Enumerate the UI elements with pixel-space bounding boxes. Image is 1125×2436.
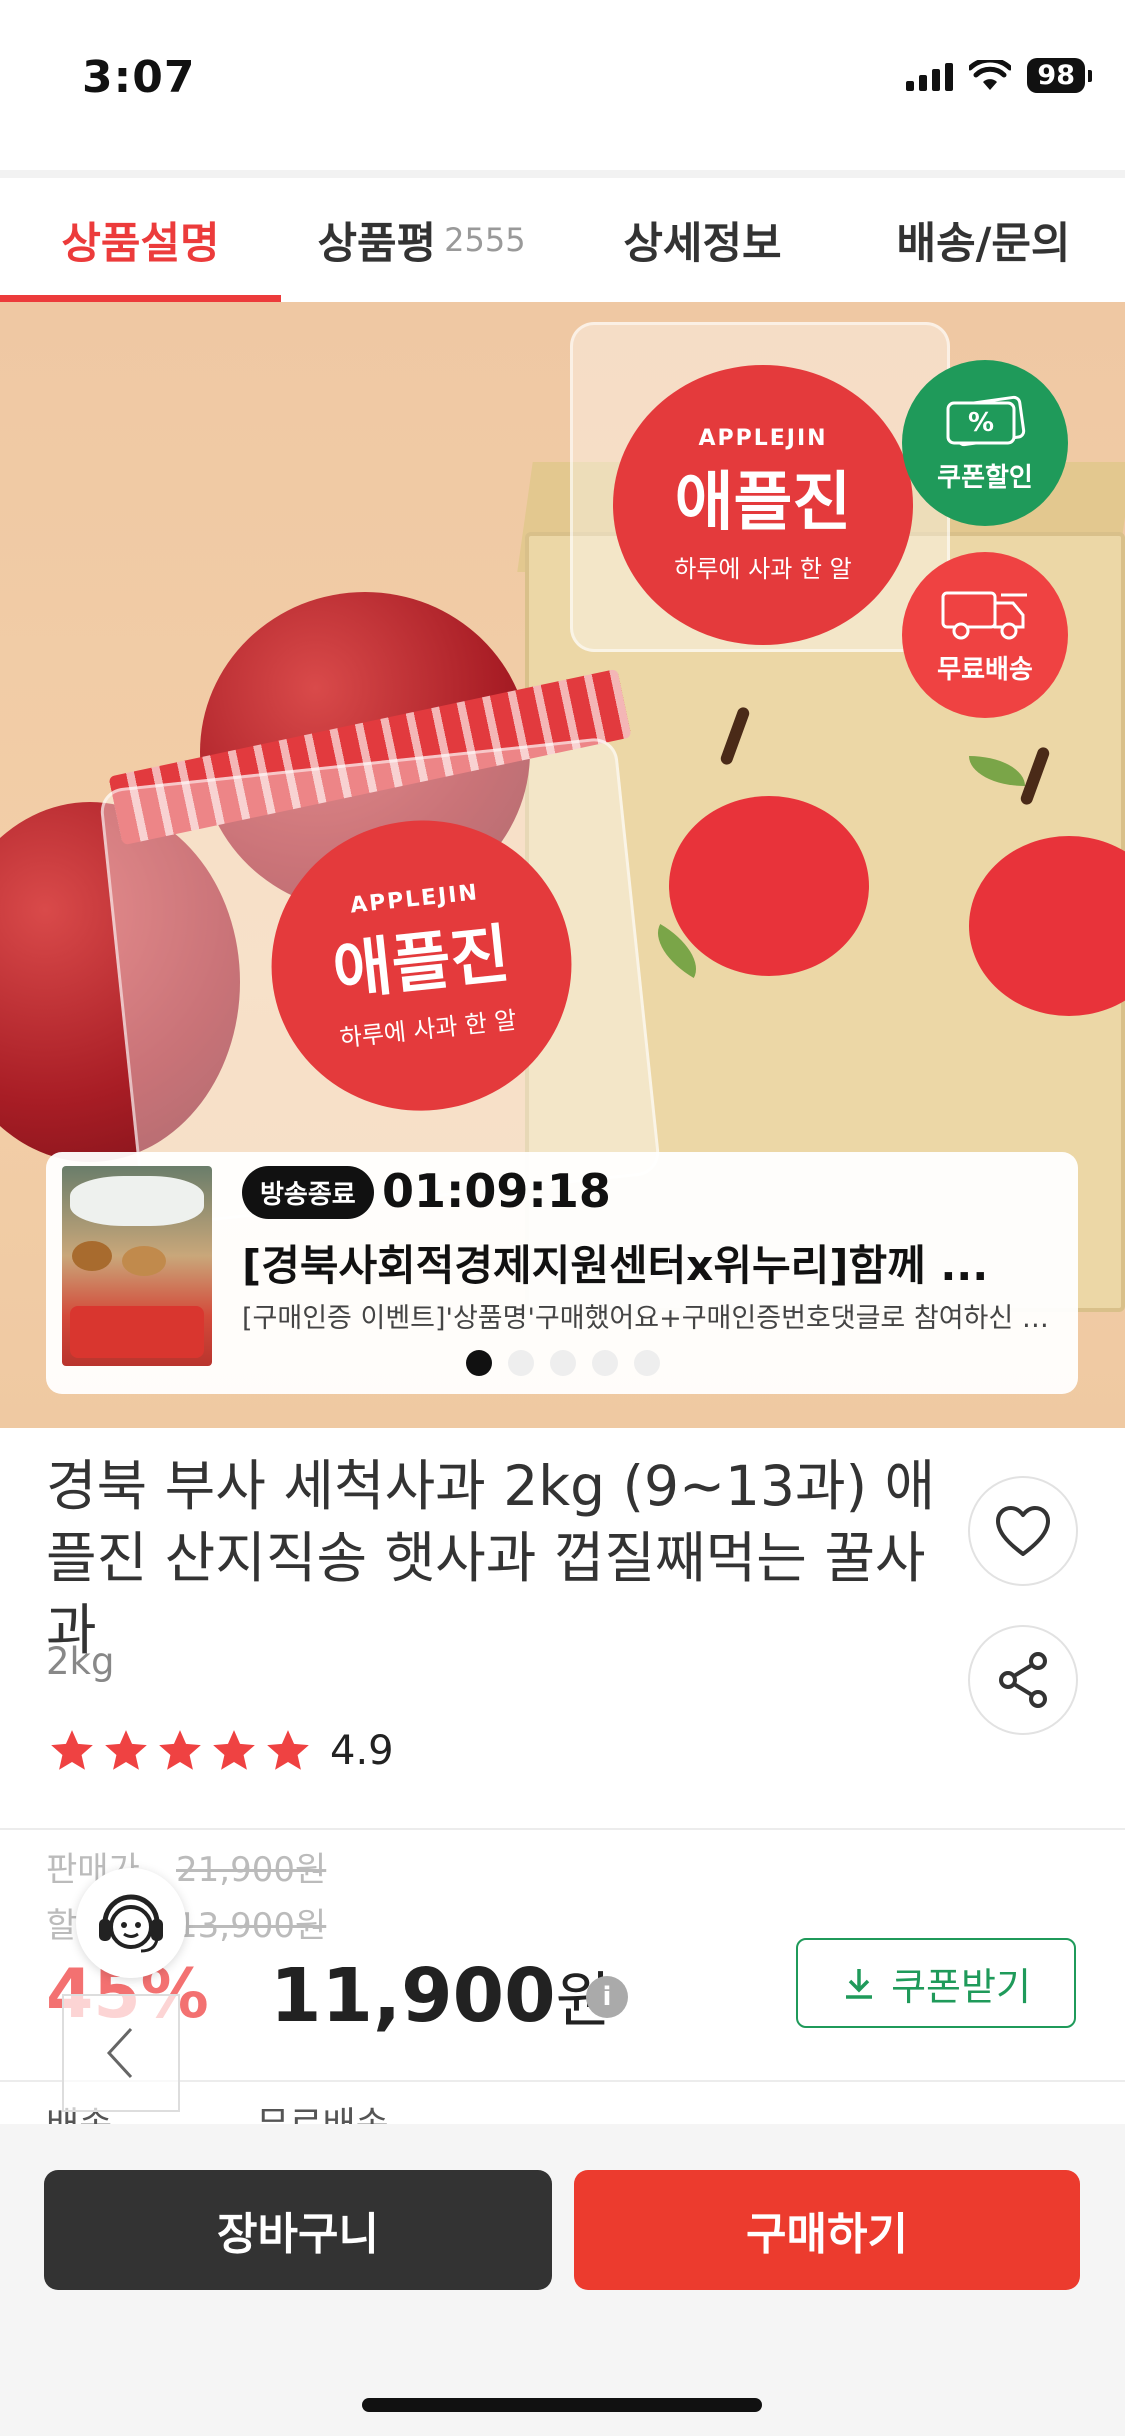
coupon-discount-badge[interactable]: % 쿠폰할인 xyxy=(902,360,1068,526)
carousel-dot[interactable] xyxy=(592,1350,618,1376)
home-indicator[interactable] xyxy=(362,2398,762,2412)
coupon-badge-label: 쿠폰할인 xyxy=(937,462,1033,493)
box-apple-print xyxy=(669,796,869,976)
apple-bag: APPLEJIN 애플진 하루에 사과 한 알 xyxy=(570,322,950,652)
price-info-icon[interactable]: i xyxy=(586,1976,628,2018)
final-price-value: 11,900 xyxy=(270,1953,556,2039)
get-coupon-button[interactable]: 쿠폰받기 xyxy=(796,1938,1076,2028)
free-shipping-badge[interactable]: 무료배송 xyxy=(902,552,1068,718)
broadcast-title: [경북사회적경제지원센터x위누리]함께 ... xyxy=(242,1241,989,1290)
star-icon xyxy=(267,1730,309,1770)
add-to-cart-button[interactable]: 장바구니 xyxy=(44,2170,552,2290)
star-icon xyxy=(105,1730,147,1770)
rating-score: 4.9 xyxy=(330,1728,394,1774)
star-icon xyxy=(159,1730,201,1770)
wishlist-button[interactable] xyxy=(968,1476,1078,1586)
share-button[interactable] xyxy=(968,1625,1078,1735)
status-bar: 3:07 98 xyxy=(0,0,1125,170)
product-image[interactable]: APPLEJIN 애플진 하루에 사과 한 알 APPLEJIN 애플진 하루에… xyxy=(0,302,1125,1428)
tab-reviews[interactable]: 상품평 2555 xyxy=(281,178,562,302)
tab-details[interactable]: 상세정보 xyxy=(562,178,843,302)
carousel-dots xyxy=(466,1350,660,1376)
buy-now-button[interactable]: 구매하기 xyxy=(574,2170,1080,2290)
product-rating[interactable]: 4.9 xyxy=(46,1726,394,1776)
discount-price: 13,900원 xyxy=(176,1906,327,1946)
product-tabs: 상품설명 상품평 2555 상세정보 배송/문의 xyxy=(0,178,1125,302)
leaf xyxy=(969,756,1025,786)
rating-stars xyxy=(46,1726,314,1776)
share-icon xyxy=(999,1652,1047,1708)
heart-icon xyxy=(996,1506,1050,1556)
sale-price-row: 판매가 21,900원 xyxy=(46,1842,326,1891)
battery-indicator: 98 xyxy=(1027,58,1092,93)
header-separator xyxy=(0,170,1125,178)
chatbot-headset-icon xyxy=(99,1894,163,1953)
chatbot-button[interactable] xyxy=(76,1868,186,1978)
star-icon xyxy=(213,1730,255,1770)
tab-label: 상품설명 xyxy=(61,219,220,269)
bag-label: APPLEJIN 애플진 하루에 사과 한 알 xyxy=(613,365,913,645)
signal-icon xyxy=(906,61,954,91)
bag-label: APPLEJIN 애플진 하루에 사과 한 알 xyxy=(257,805,586,1126)
product-title: 경북 부사 세척사과 2kg (9~13과) 애플진 산지직송 햇사과 껍질째먹… xyxy=(46,1454,936,1662)
shipping-badge-label: 무료배송 xyxy=(937,654,1033,685)
bottom-action-bar: 장바구니 구매하기 xyxy=(0,2124,1125,2436)
box-apple-print xyxy=(969,836,1125,1016)
carousel-dot[interactable] xyxy=(550,1350,576,1376)
broadcast-status-badge: 방송종료 xyxy=(242,1166,374,1219)
stem xyxy=(1019,745,1051,807)
carousel-dot[interactable] xyxy=(466,1350,492,1376)
carousel-dot[interactable] xyxy=(634,1350,660,1376)
star-icon xyxy=(51,1730,93,1770)
status-time: 3:07 xyxy=(82,52,196,103)
live-broadcast-card[interactable]: 방송종료 01:09:18 [경북사회적경제지원센터x위누리]함께 ... [구… xyxy=(46,1152,1078,1394)
brand-en: APPLEJIN xyxy=(698,426,828,451)
broadcast-description: [구매인증 이벤트]'상품명'구매했어요+구매인증번호댓글로 참여하신 분들..… xyxy=(242,1303,1072,1334)
status-icons: 98 xyxy=(906,58,1092,93)
get-coupon-label: 쿠폰받기 xyxy=(891,1964,1031,2009)
wifi-icon xyxy=(969,59,1012,90)
chevron-left-icon xyxy=(106,2027,133,2079)
tab-shipping-inquiry[interactable]: 배송/문의 xyxy=(843,178,1124,302)
coupon-icon: % xyxy=(939,393,1031,449)
percent-symbol: % xyxy=(968,408,994,438)
product-option: 2kg xyxy=(46,1640,115,1683)
live-thumbnail xyxy=(62,1166,212,1366)
final-price: 11,900원 xyxy=(270,1952,611,2039)
tab-label: 상품평 xyxy=(317,219,437,269)
tab-description[interactable]: 상품설명 xyxy=(0,178,281,302)
brand-kr: 애플진 xyxy=(674,466,852,540)
brand-kr: 애플진 xyxy=(329,917,513,1010)
bag-slogan: 하루에 사과 한 알 xyxy=(674,555,852,583)
download-icon xyxy=(846,1969,873,1999)
divider xyxy=(0,1828,1125,1830)
stem xyxy=(719,705,751,767)
broadcast-timer: 01:09:18 xyxy=(382,1164,611,1218)
sale-price: 21,900원 xyxy=(176,1850,327,1890)
truck-icon xyxy=(939,585,1031,641)
shipping-value: 무료배송 xyxy=(256,2105,389,2126)
carousel-dot[interactable] xyxy=(508,1350,534,1376)
tab-label: 배송/문의 xyxy=(896,219,1071,269)
review-count: 2555 xyxy=(444,221,526,259)
back-button[interactable] xyxy=(62,1994,180,2112)
tab-label: 상세정보 xyxy=(623,219,782,269)
